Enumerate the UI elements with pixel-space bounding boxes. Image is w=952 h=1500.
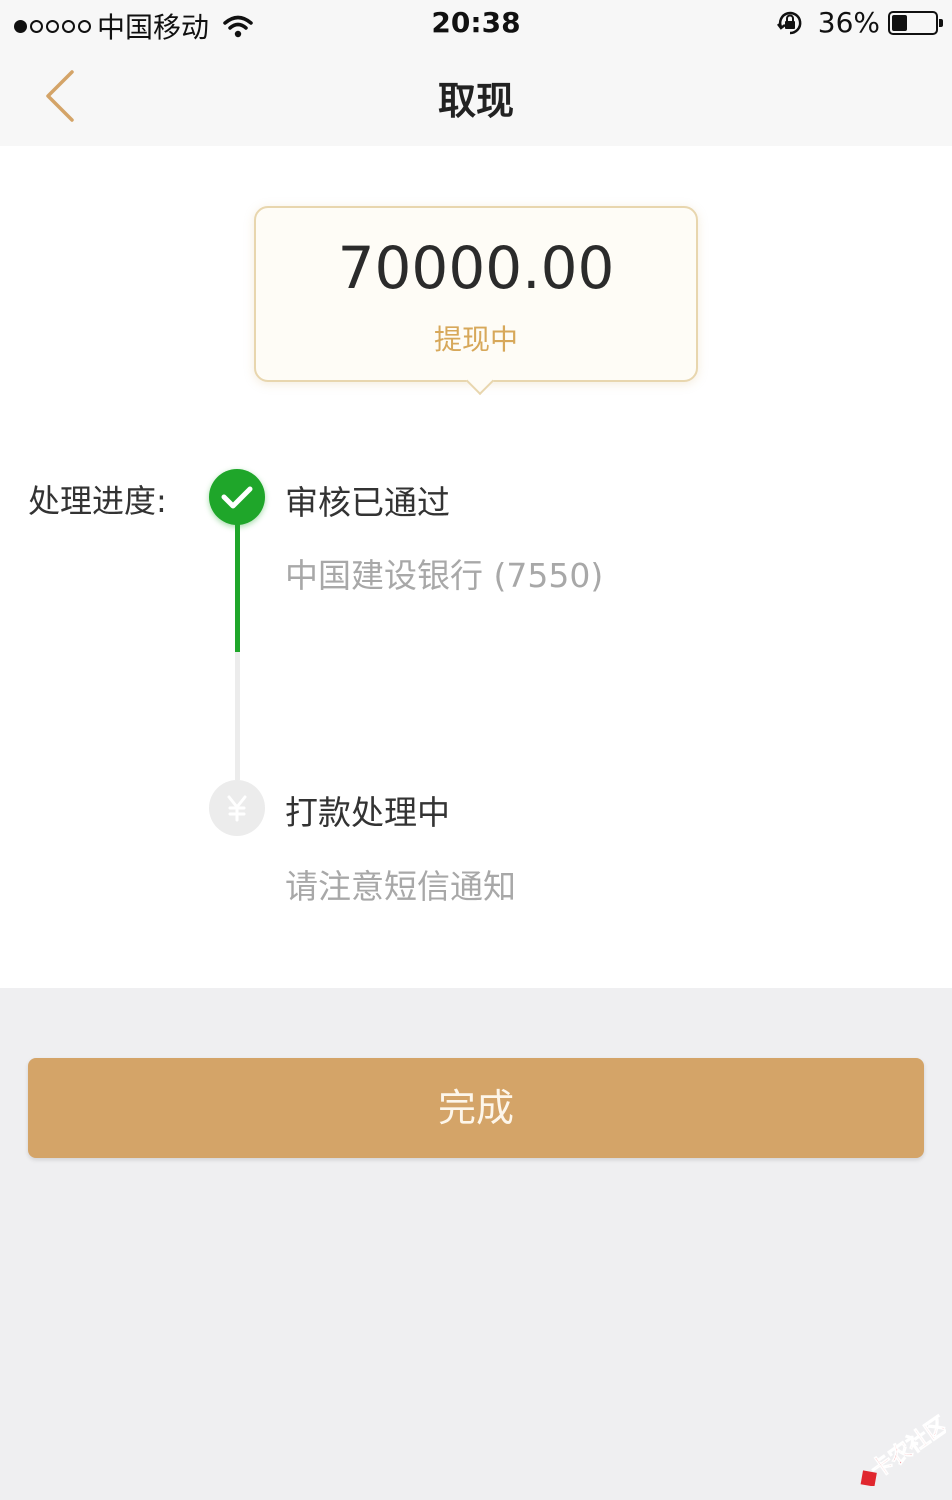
- battery-fill: [892, 14, 907, 31]
- status-bar-right: 36%: [776, 6, 943, 39]
- rotation-lock-icon: [776, 11, 802, 34]
- step-1-title: 审核已通过: [285, 483, 450, 522]
- status-bar: 中国移动 20:38 36%: [0, 0, 952, 48]
- step-2-title: 打款处理中: [285, 793, 450, 832]
- withdrawal-amount: 70000.00: [337, 234, 615, 302]
- step-1-subtitle: 中国建设银行 (7550): [285, 556, 604, 595]
- progress-line-pending: [235, 652, 240, 780]
- progress-label: 处理进度:: [28, 482, 167, 520]
- done-button[interactable]: 完成: [28, 1058, 924, 1158]
- svg-text:卡农社区: 卡农社区: [866, 1412, 946, 1484]
- amount-card: 70000.00 提现中: [254, 206, 698, 382]
- withdrawal-status: 提现中: [433, 323, 518, 356]
- progress-line-done: [235, 524, 240, 652]
- yuan-icon: [209, 780, 265, 836]
- watermark-logo: 卡农社区: [860, 1411, 946, 1486]
- battery-nub: [939, 18, 943, 27]
- withdrawal-content: 70000.00 提现中 处理进度: 审核已通过 中国建设银行 (7550) 打…: [0, 146, 952, 988]
- battery-percent: 36%: [817, 6, 880, 39]
- page-title: 取现: [437, 79, 514, 123]
- nav-bar: 取现: [0, 48, 952, 146]
- check-icon: [209, 469, 265, 525]
- battery-icon: [888, 10, 943, 35]
- step-2-subtitle: 请注意短信通知: [285, 867, 516, 906]
